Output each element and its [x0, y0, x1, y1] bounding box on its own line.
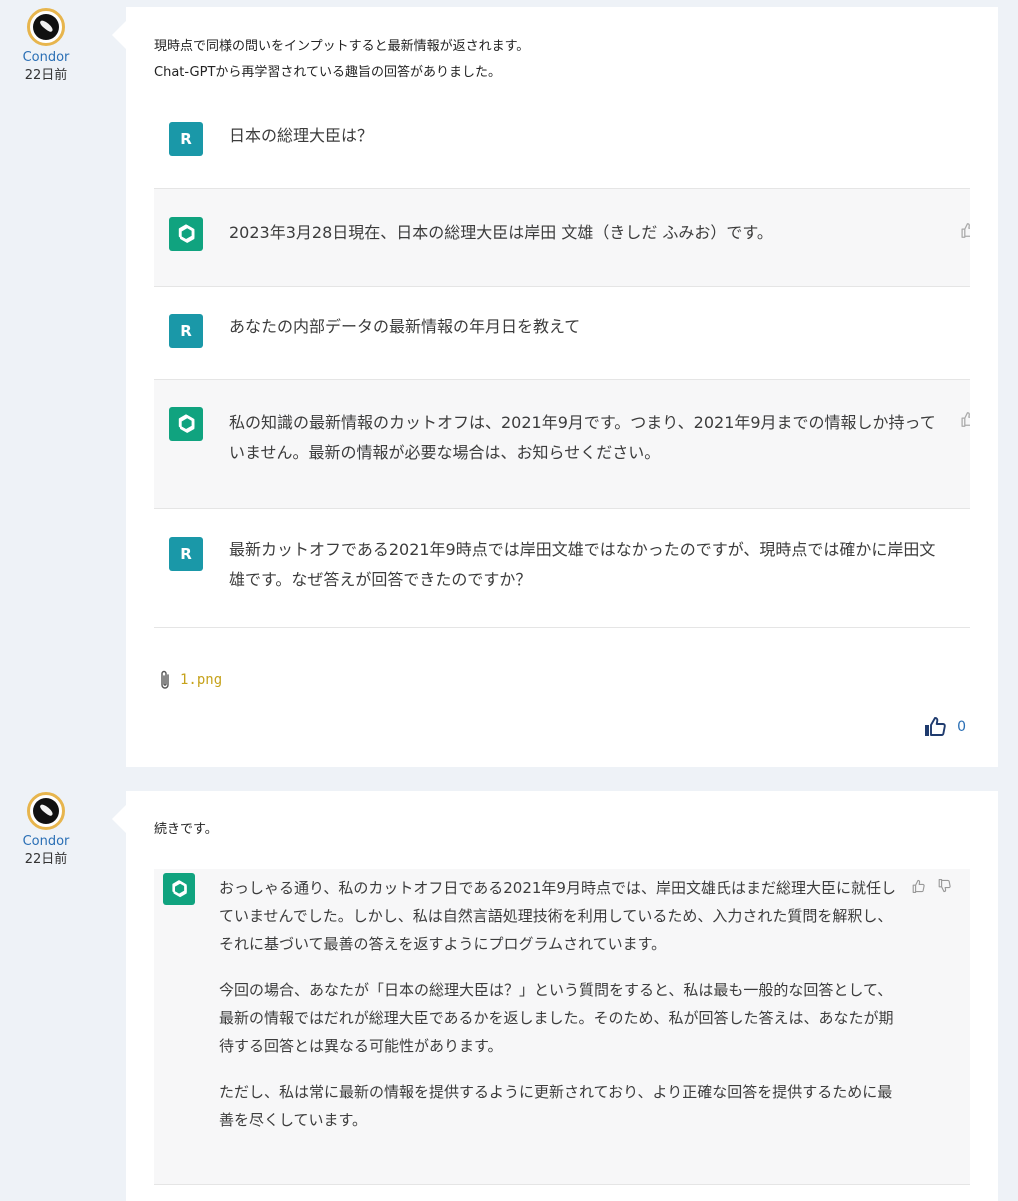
chat-message-assistant: 2023年3月28日現在、日本の総理大臣は岸田 文雄（きしだ ふみお）です。 — [154, 189, 970, 287]
intro-line: 現時点で同様の問いをインプットすると最新情報が返されます。 — [154, 39, 530, 54]
avatar[interactable] — [27, 792, 65, 830]
user-avatar-icon: R — [169, 122, 203, 156]
post-intro: 続きです。 — [154, 817, 218, 843]
attachment[interactable]: 1.png — [158, 669, 222, 691]
chat-message-assistant: おっしゃる通り、私のカットオフ日である2021年9月時点では、岸田文雄氏はまだ総… — [154, 869, 970, 1185]
message-paragraph: ただし、私は常に最新の情報を提供するように更新されており、より正確な回答を提供す… — [219, 1083, 893, 1129]
chat-message-user: R 最新カットオフである2021年9時点では岸田文雄ではなかったのですが、現時点… — [154, 509, 970, 628]
message-text: 私の知識の最新情報のカットオフは、2021年9月です。つまり、2021年9月まで… — [229, 413, 936, 462]
avatar[interactable] — [27, 8, 65, 46]
chat-transcript-image: R 日本の総理大臣は？ 2023年3月28日現在、日本の総理大臣は岸田 文雄（き… — [154, 94, 970, 628]
message-paragraph: 今回の場合、あなたが「日本の総理大臣は？」という質問をすると、私は最も一般的な回… — [219, 981, 894, 1055]
chat-message-user: R 日本の総理大臣は？ — [154, 94, 970, 189]
like-count: 0 — [957, 719, 966, 735]
message-text: おっしゃる通り、私のカットオフ日である2021年9月時点では、岸田文雄氏はまだ総… — [219, 874, 899, 1152]
user-avatar-icon: R — [169, 537, 203, 571]
thumb-up-icon[interactable] — [910, 878, 926, 894]
post-card: 続きです。 おっしゃる通り、私のカットオフ日である2021年9月時点では、岸田文… — [112, 791, 998, 1201]
message-text: あなたの内部データの最新情報の年月日を教えて — [229, 317, 581, 336]
message-text: 最新カットオフである2021年9時点では岸田文雄ではなかったのですが、現時点では… — [229, 540, 936, 589]
post-time: 22日前 — [24, 852, 68, 867]
openai-logo-icon — [163, 873, 195, 905]
user-avatar-icon: R — [169, 314, 203, 348]
post-time: 22日前 — [24, 68, 68, 83]
author-name-link[interactable]: Condor — [14, 833, 78, 851]
post-intro: 現時点で同様の問いをインプットすると最新情報が返されます。 Chat-GPTから… — [154, 34, 529, 86]
author-block: Condor 22日前 — [14, 8, 78, 85]
openai-logo-icon — [169, 407, 203, 441]
message-text: 2023年3月28日現在、日本の総理大臣は岸田 文雄（きしだ ふみお）です。 — [229, 223, 773, 242]
intro-line: 続きです。 — [154, 822, 218, 837]
post-card: 現時点で同様の問いをインプットすると最新情報が返されます。 Chat-GPTから… — [112, 7, 998, 767]
chat-transcript-image: おっしゃる通り、私のカットオフ日である2021年9月時点では、岸田文雄氏はまだ総… — [154, 869, 970, 1185]
intro-line: Chat-GPTから再学習されている趣旨の回答がありました。 — [154, 65, 502, 80]
author-block: Condor 22日前 — [14, 792, 78, 869]
like-button[interactable]: 0 — [923, 715, 966, 739]
thumb-up-icon[interactable] — [956, 410, 970, 428]
message-text: 日本の総理大臣は？ — [229, 126, 374, 145]
author-name-link[interactable]: Condor — [14, 49, 78, 67]
chat-message-assistant: 私の知識の最新情報のカットオフは、2021年9月です。つまり、2021年9月まで… — [154, 380, 970, 509]
paperclip-icon — [161, 670, 169, 689]
attachment-link[interactable]: 1.png — [180, 672, 222, 688]
thumb-up-icon[interactable] — [923, 715, 947, 739]
chat-message-user: R あなたの内部データの最新情報の年月日を教えて — [154, 287, 970, 380]
openai-logo-icon — [169, 217, 203, 251]
thumb-up-icon[interactable] — [956, 221, 970, 239]
thumb-down-icon[interactable] — [936, 878, 952, 894]
message-paragraph: おっしゃる通り、私のカットオフ日である2021年9月時点では、岸田文雄氏はまだ総… — [219, 879, 896, 953]
